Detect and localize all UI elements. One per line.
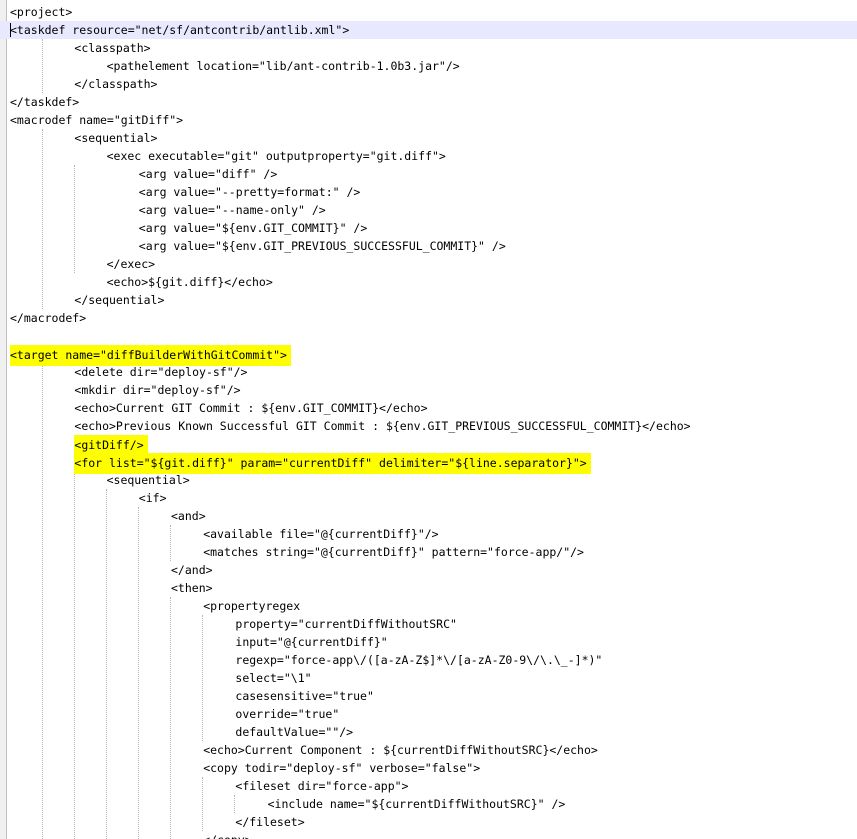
code-text: <exec executable="git" outputproperty="g… [106, 149, 446, 163]
code-lines[interactable]: <project> <taskdef resource="net/sf/antco… [0, 3, 857, 839]
code-text: <fileset dir="force-app"> [235, 779, 409, 793]
code-line[interactable]: <arg value="--pretty=format:" /> [0, 183, 857, 201]
code-text: <pathelement location="lib/ant-contrib-1… [106, 59, 460, 73]
code-line[interactable]: </fileset> [0, 813, 857, 831]
code-line[interactable]: <sequential> [0, 129, 857, 147]
code-text: <and> [171, 509, 206, 523]
code-line[interactable]: </exec> [0, 255, 857, 273]
code-line[interactable]: </classpath> [0, 75, 857, 93]
code-text: <mkdir dir="deploy-sf"/> [74, 383, 241, 397]
code-line[interactable]: <echo>Current Component : ${currentDiffW… [0, 741, 857, 759]
code-line[interactable]: <available file="@{currentDiff}"/> [0, 525, 857, 543]
code-editor[interactable]: <project> <taskdef resource="net/sf/antco… [0, 0, 857, 839]
code-text: <project> [10, 5, 73, 19]
code-text: <arg value="${env.GIT_COMMIT}" /> [138, 221, 368, 235]
code-text: input="@{currentDiff}" [235, 635, 388, 649]
code-line[interactable]: </taskdef> [0, 93, 857, 111]
code-text: select="\1" [235, 671, 312, 685]
code-text: <classpath> [74, 41, 151, 55]
code-text: </and> [171, 563, 213, 577]
code-line[interactable]: <echo>Current GIT Commit : ${env.GIT_COM… [0, 399, 857, 417]
code-line[interactable]: <taskdef resource="net/sf/antcontrib/ant… [0, 21, 857, 39]
code-text: defaultValue=""/> [235, 725, 354, 739]
code-text: </fileset> [235, 815, 305, 829]
code-line[interactable]: </and> [0, 561, 857, 579]
code-line[interactable]: <matches string="@{currentDiff}" pattern… [0, 543, 857, 561]
code-text: <echo>Previous Known Successful GIT Comm… [74, 419, 691, 433]
code-line[interactable]: <arg value="${env.GIT_PREVIOUS_SUCCESSFU… [0, 237, 857, 255]
code-text: <echo>Current Component : ${currentDiffW… [203, 743, 598, 757]
code-text: <include name="${currentDiffWithoutSRC}"… [267, 797, 566, 811]
code-line[interactable]: <propertyregex [0, 597, 857, 615]
text-caret [10, 23, 11, 37]
code-text: <then> [171, 581, 213, 595]
code-line[interactable]: input="@{currentDiff}" [0, 633, 857, 651]
code-line[interactable]: property="currentDiffWithoutSRC" [0, 615, 857, 633]
code-line[interactable]: casesensitive="true" [0, 687, 857, 705]
code-line[interactable]: <project> [0, 3, 857, 21]
code-text: <echo>${git.diff}</echo> [106, 275, 273, 289]
code-line[interactable]: </macrodef> [0, 309, 857, 327]
code-line[interactable]: regexp="force-app\/([a-zA-Z$]*\/[a-zA-Z0… [0, 651, 857, 669]
code-text: </taskdef> [10, 95, 80, 109]
code-line[interactable]: <if> [0, 489, 857, 507]
code-line[interactable]: <for list="${git.diff}" param="currentDi… [0, 453, 857, 474]
code-line[interactable]: override="true" [0, 705, 857, 723]
code-line[interactable]: <sequential> [0, 471, 857, 489]
code-line[interactable]: <then> [0, 579, 857, 597]
code-line[interactable]: <pathelement location="lib/ant-contrib-1… [0, 57, 857, 75]
code-text: </macrodef> [10, 311, 87, 325]
code-text: <matches string="@{currentDiff}" pattern… [203, 545, 584, 559]
code-line[interactable]: <echo>Previous Known Successful GIT Comm… [0, 417, 857, 435]
code-line[interactable]: </copy> [0, 831, 857, 839]
code-text: </exec> [106, 257, 156, 271]
code-text: </classpath> [74, 77, 158, 91]
code-line[interactable]: <fileset dir="force-app"> [0, 777, 857, 795]
code-text: casesensitive="true" [235, 689, 374, 703]
code-line[interactable]: <classpath> [0, 39, 857, 57]
code-text: <echo>Current GIT Commit : ${env.GIT_COM… [74, 401, 428, 415]
code-line[interactable]: defaultValue=""/> [0, 723, 857, 741]
code-line[interactable]: </sequential> [0, 291, 857, 309]
code-text: <arg value="diff" /> [138, 167, 278, 181]
code-text: <arg value="${env.GIT_PREVIOUS_SUCCESSFU… [138, 239, 506, 253]
code-text: property="currentDiffWithoutSRC" [235, 617, 457, 631]
code-text: override="true" [235, 707, 340, 721]
code-line[interactable]: <mkdir dir="deploy-sf"/> [0, 381, 857, 399]
code-text: <taskdef resource="net/sf/antcontrib/ant… [10, 23, 350, 37]
code-text: <delete dir="deploy-sf"/> [74, 365, 248, 379]
code-line[interactable]: <delete dir="deploy-sf"/> [0, 363, 857, 381]
code-line[interactable]: <arg value="diff" /> [0, 165, 857, 183]
code-text: regexp="force-app\/([a-zA-Z$]*\/[a-zA-Z0… [235, 653, 603, 667]
code-text: <arg value="--pretty=format:" /> [138, 185, 361, 199]
code-line[interactable]: <gitDiff/> [0, 435, 857, 456]
code-text: </sequential> [74, 293, 165, 307]
code-text: <sequential> [74, 131, 158, 145]
code-line[interactable]: <include name="${currentDiffWithoutSRC}"… [0, 795, 857, 813]
code-text: <macrodef name="gitDiff"> [10, 113, 184, 127]
code-text: <copy todir="deploy-sf" verbose="false"> [203, 761, 481, 775]
code-line[interactable]: <arg value="${env.GIT_COMMIT}" /> [0, 219, 857, 237]
code-line[interactable] [0, 327, 857, 345]
code-line[interactable]: select="\1" [0, 669, 857, 687]
code-line[interactable]: <arg value="--name-only" /> [0, 201, 857, 219]
code-line[interactable]: <and> [0, 507, 857, 525]
code-line[interactable]: <copy todir="deploy-sf" verbose="false"> [0, 759, 857, 777]
code-line[interactable]: <echo>${git.diff}</echo> [0, 273, 857, 291]
code-text: </copy> [203, 831, 251, 839]
code-line[interactable]: <exec executable="git" outputproperty="g… [0, 147, 857, 165]
code-text: <if> [138, 491, 167, 505]
code-text: <arg value="--name-only" /> [138, 203, 326, 217]
code-text: <available file="@{currentDiff}"/> [203, 527, 439, 541]
code-line[interactable]: <target name="diffBuilderWithGitCommit"> [0, 345, 857, 366]
code-text: <sequential> [106, 473, 190, 487]
code-text: <propertyregex [203, 599, 301, 613]
code-line[interactable]: <macrodef name="gitDiff"> [0, 111, 857, 129]
